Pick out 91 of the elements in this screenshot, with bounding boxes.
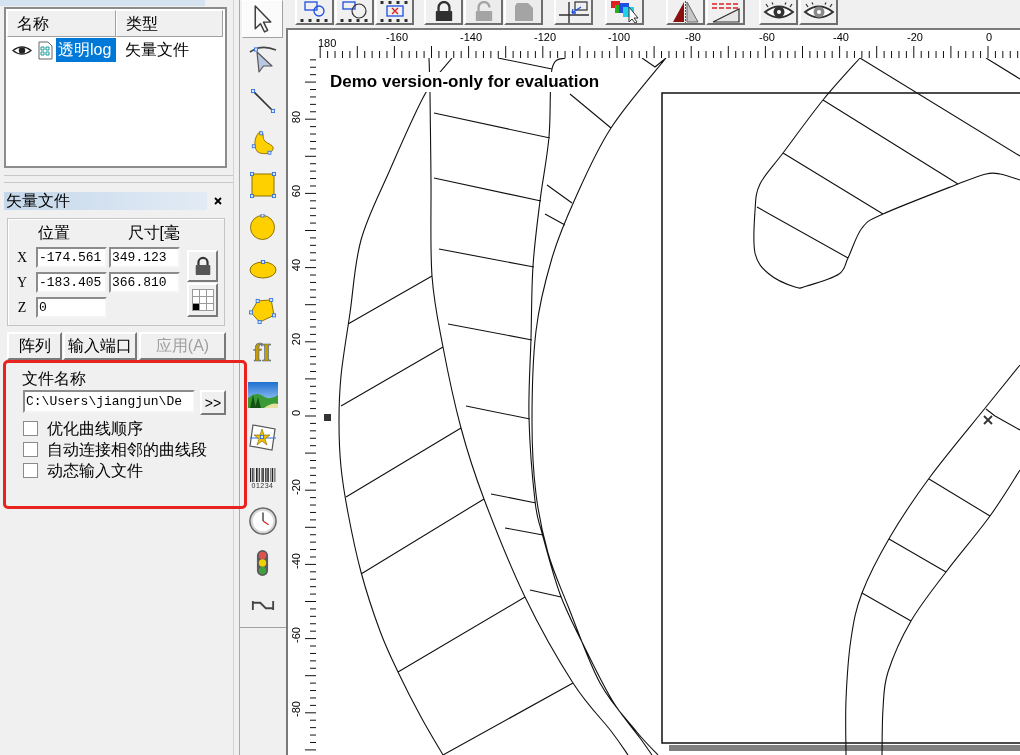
tool-button[interactable] [242,0,283,38]
curve-shape-icon [250,130,275,156]
pentagon-icon [249,298,276,324]
axis-arrow-icon [557,0,590,23]
square-marker-icon [324,414,331,421]
column-label: 位置 [38,224,71,242]
axis-label: Z [16,299,28,316]
size-field[interactable]: 349.123 [109,247,180,268]
lock-button[interactable] [187,250,218,282]
text-tool-label: fI [253,340,272,366]
ruler-label: -60 [759,30,775,45]
checkbox[interactable] [23,442,38,457]
traffic-light-icon [256,549,269,577]
eye-icon [12,44,32,56]
cross-marker-icon [983,415,993,425]
toolbar-button[interactable] [666,0,705,25]
axis-label: X [15,249,29,266]
panel-title: 矢量文件 [4,192,207,210]
ruler-label: 80 [290,110,302,124]
file-path-field[interactable]: C:\Users\jiangjun\De [23,390,195,413]
position-field[interactable]: -183.405 [36,272,107,293]
field-label: 文件名称 [22,370,86,388]
object-type: 矢量文件 [125,41,189,59]
grid-icon [191,289,214,311]
column-header[interactable]: 类型 [116,10,223,37]
toolbar-button[interactable] [295,0,334,25]
ruler-label: -80 [290,701,302,717]
square-icon [249,172,276,198]
star-on-paper-icon [248,423,277,451]
object-name[interactable]: 透明log [56,38,116,62]
demo-notice: Demo version-only for evaluation [329,72,601,92]
browse-button[interactable]: >> [200,390,226,415]
ruler-label: 60 [290,184,302,198]
arrow-pointer-icon [253,5,272,33]
grid-button[interactable] [187,283,218,317]
ruler-label: -100 [608,30,630,45]
ruler-label: -60 [290,627,302,643]
ruler-label: -140 [460,30,482,45]
bracket-line-icon [250,598,275,612]
toolbar-button[interactable] [706,0,745,25]
toolbar-button[interactable] [335,0,374,25]
toolbar-button[interactable] [799,0,838,25]
ruler-label: 20 [290,332,302,346]
nodes-rect-circle-icon [298,0,331,23]
open-lock-icon [473,0,494,23]
toolbar-button[interactable] [759,0,798,25]
barcode-icon [249,468,276,482]
color-cursor-icon [609,0,640,23]
ruler-label: -40 [833,30,849,45]
checkbox[interactable] [23,421,38,436]
nodes-cross-icon [378,0,411,23]
ruler-label: -80 [685,30,701,45]
checkbox-label: 动态输入文件 [47,461,143,480]
size-field[interactable]: 366.810 [109,272,180,293]
line-icon [250,89,275,113]
position-field[interactable]: 0 [36,297,107,318]
panel-button[interactable]: 输入端口 [63,332,137,360]
axis-label: Y [15,274,29,291]
checkbox[interactable] [23,463,38,478]
ruler-label: -120 [534,30,556,45]
clock-icon [248,507,277,535]
document-icon [38,40,53,60]
column-header[interactable]: 名称 [7,10,116,37]
ruler-label: -20 [907,30,923,45]
circle-icon [250,214,275,240]
landscape-picture-icon [247,382,278,408]
ruler-label: -40 [290,553,302,569]
pointer-curve-icon [248,45,277,73]
ruler-label: 0 [985,30,993,45]
mirror-triangles-icon [671,0,700,23]
ellipse-icon [248,259,277,279]
checkbox-label: 自动连接相邻的曲线段 [47,440,207,459]
toolbar-button[interactable] [605,0,644,25]
position-field[interactable]: -174.561 [36,247,107,268]
ruler-label: -20 [290,479,302,495]
block-icon [513,1,534,22]
ruler-label: 180 [318,37,337,49]
close-icon[interactable] [214,197,222,205]
triangle-lines-icon [710,0,741,23]
ruler-label: 40 [290,258,302,272]
ruler-label: 0 [290,409,302,417]
toolbar-button[interactable] [554,0,593,25]
checkbox-label: 优化曲线顺序 [47,419,143,438]
ruler-label: -160 [386,30,408,45]
toolbar-button[interactable] [424,0,463,25]
panel-button[interactable]: 阵列 [7,332,62,360]
lock-icon [433,0,454,23]
column-label: 尺寸[毫 [127,224,180,242]
nodes-rect-ring-icon [338,0,371,23]
lock-icon [193,256,212,276]
toolbar-button[interactable] [375,0,414,25]
